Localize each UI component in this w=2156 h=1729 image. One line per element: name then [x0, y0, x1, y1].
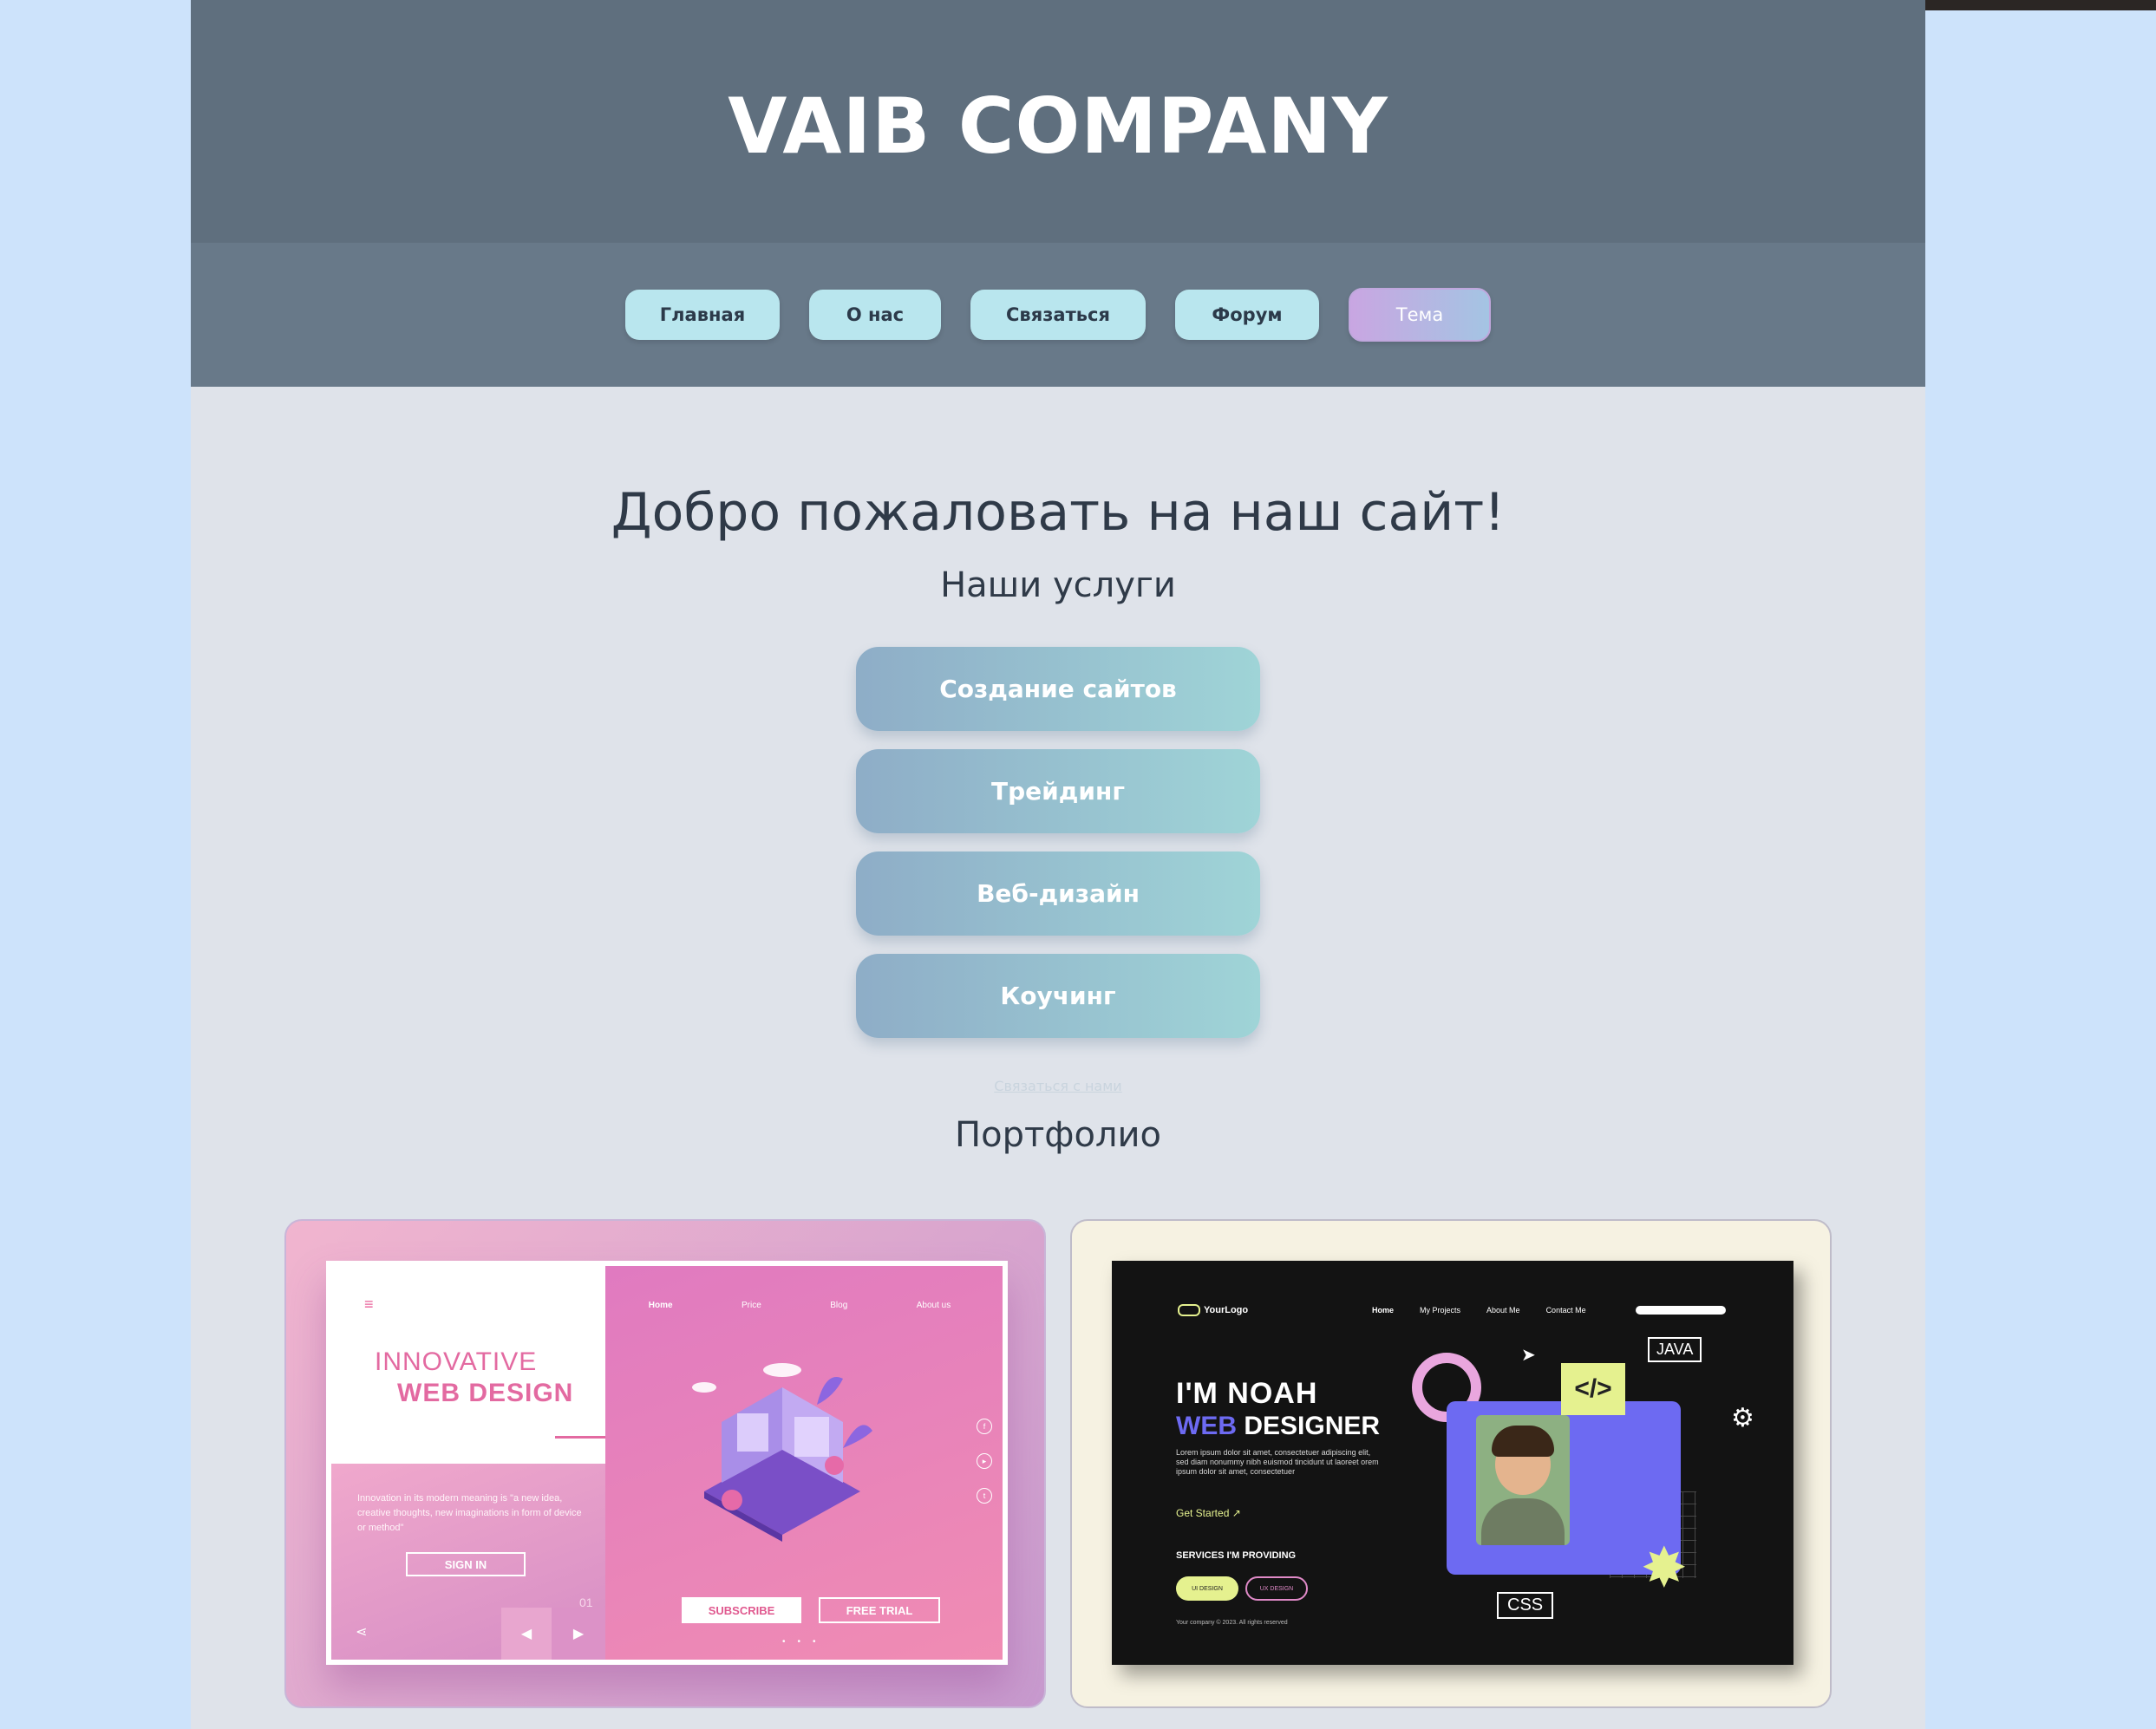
mock-tag-ui: UI DESIGN — [1176, 1576, 1238, 1601]
mock-nav-price: Price — [742, 1301, 761, 1310]
service-trading-button[interactable]: Трейдинг — [856, 749, 1260, 833]
mock-nav: Home My Projects About Me Contact Me — [1372, 1306, 1586, 1315]
mock-lorem: Lorem ipsum dolor sit amet, consectetuer… — [1176, 1448, 1379, 1476]
carousel-dots: ••• — [782, 1637, 828, 1647]
mock-logo-text: YourLogo — [1204, 1304, 1249, 1315]
mock-title-line1: INNOVATIVE — [375, 1347, 538, 1376]
portfolio-image-web-designer: YourLogo Home My Projects About Me Conta… — [1112, 1261, 1793, 1665]
nav-home-button[interactable]: Главная — [625, 290, 780, 340]
services-list: Создание сайтов Трейдинг Веб-дизайн Коуч… — [191, 647, 1925, 1038]
cursor-icon: ➤ — [1521, 1346, 1536, 1365]
mock-subscribe-button: SUBSCRIBE — [682, 1597, 801, 1623]
mock-nav-home: Home — [648, 1301, 673, 1310]
nav-theme-button[interactable]: Тема — [1349, 288, 1491, 342]
mock-title-line2: WEB DESIGN — [397, 1379, 574, 1407]
portrait-body — [1481, 1498, 1565, 1545]
mock-social-icons: f ▸ t — [977, 1419, 992, 1504]
contact-us-link[interactable]: Связаться с нами — [191, 1078, 1925, 1094]
css-label: CSS — [1497, 1592, 1554, 1619]
gear-icon: ⚙ — [1731, 1404, 1754, 1432]
mock-logo: YourLogo — [1178, 1304, 1248, 1316]
page-container: VAIB COMPANY Главная О нас Связаться Фор… — [191, 0, 1925, 1729]
mock-tag-ux: UX DESIGN — [1245, 1576, 1308, 1601]
next-arrow-icon: ▶ — [552, 1608, 605, 1660]
portrait-illustration — [1476, 1415, 1570, 1545]
prev-arrow-icon: ◀ — [501, 1608, 552, 1660]
mock-headline1: I'M NOAH — [1176, 1377, 1318, 1410]
site-header: VAIB COMPANY — [191, 0, 1925, 243]
mock-services-label: SERVICES I'M PROVIDING — [1176, 1550, 1297, 1561]
portfolio-grid: ≡ INNOVATIVE WEB DESIGN Innovation in it… — [284, 1219, 1832, 1708]
service-coaching-button[interactable]: Коучинг — [856, 954, 1260, 1038]
main-nav: Главная О нас Связаться Форум Тема — [191, 243, 1925, 387]
mock-nav-about: About Me — [1486, 1306, 1520, 1315]
portfolio-card-web-designer[interactable]: YourLogo Home My Projects About Me Conta… — [1070, 1219, 1832, 1708]
mock-nav-contact: Contact Me — [1545, 1306, 1586, 1315]
mock-get-started: Get Started ↗ — [1176, 1507, 1241, 1519]
twitter-icon: t — [977, 1488, 992, 1504]
star-icon: ✸ — [1641, 1537, 1688, 1599]
welcome-heading: Добро пожаловать на наш сайт! — [611, 482, 1506, 543]
mock-nav-blog: Blog — [830, 1301, 848, 1310]
mock-nav-home: Home — [1372, 1306, 1395, 1315]
nav-about-button[interactable]: О нас — [809, 290, 941, 340]
portfolio-heading: Портфолио — [955, 1115, 1161, 1155]
mock-divider — [555, 1436, 605, 1439]
mock-headline2: WEB DESIGNER — [1176, 1412, 1380, 1441]
portfolio-image-innovative: ≡ INNOVATIVE WEB DESIGN Innovation in it… — [326, 1261, 1008, 1665]
portrait-hair — [1492, 1426, 1554, 1457]
mock-footer: Your company © 2023. All rights reserved — [1176, 1620, 1288, 1626]
mock-headline2-accent: WEB — [1176, 1412, 1237, 1440]
mock-free-trial-button: FREE TRIAL — [819, 1597, 940, 1623]
code-icon: </> — [1561, 1363, 1625, 1415]
mock-nav: Home Price Blog About us — [614, 1301, 985, 1310]
java-label: JAVA — [1648, 1337, 1702, 1362]
service-websites-button[interactable]: Создание сайтов — [856, 647, 1260, 731]
site-title: VAIB COMPANY — [728, 81, 1388, 171]
mock-nav-about: About us — [916, 1301, 951, 1310]
service-webdesign-button[interactable]: Веб-дизайн — [856, 851, 1260, 936]
facebook-icon: f — [977, 1419, 992, 1434]
isometric-laptop-illustration — [692, 1363, 872, 1542]
nav-contact-button[interactable]: Связаться — [970, 290, 1146, 340]
services-heading: Наши услуги — [940, 565, 1176, 605]
mock-headline2-rest: DESIGNER — [1237, 1412, 1381, 1440]
youtube-icon: ▸ — [977, 1453, 992, 1469]
mock-nav-projects: My Projects — [1420, 1306, 1461, 1315]
mock-signin-button: SIGN IN — [406, 1552, 526, 1576]
mock-search-bar — [1636, 1306, 1726, 1315]
mock-description: Innovation in its modern meaning is "a n… — [357, 1493, 582, 1533]
logo-toggle-icon — [1178, 1304, 1200, 1316]
portfolio-card-innovative[interactable]: ≡ INNOVATIVE WEB DESIGN Innovation in it… — [284, 1219, 1046, 1708]
hamburger-icon: ≡ — [364, 1295, 374, 1313]
nav-forum-button[interactable]: Форум — [1175, 290, 1319, 340]
share-icon: ⋖ — [356, 1625, 368, 1640]
